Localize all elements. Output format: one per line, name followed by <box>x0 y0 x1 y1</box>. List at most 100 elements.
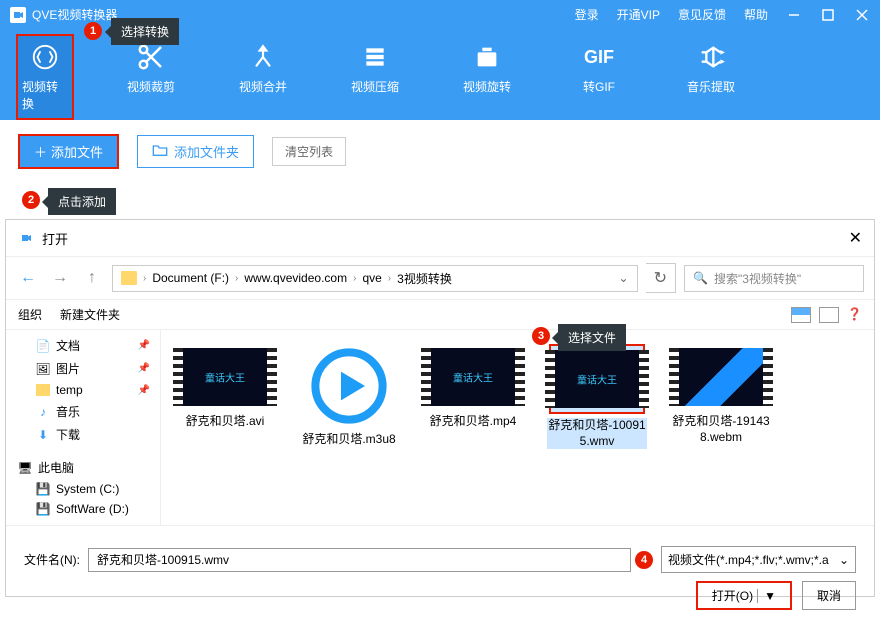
folder-icon <box>36 384 50 396</box>
add-file-button[interactable]: ＋ 添加文件 <box>18 134 119 169</box>
folder-icon <box>121 271 137 285</box>
tooltip-add: 点击添加 <box>48 188 116 215</box>
nav-up-icon[interactable]: ↑ <box>80 266 104 290</box>
refresh-icon[interactable]: ↻ <box>646 263 676 293</box>
add-folder-button[interactable]: 添加文件夹 <box>137 135 254 168</box>
file-item-selected[interactable]: 童话大王 舒克和贝塔-100915.wmv <box>547 344 647 449</box>
nav-forward-icon[interactable]: → <box>48 266 72 290</box>
filetype-select[interactable]: 视频文件(*.mp4;*.flv;*.wmv;*.a ⌄ <box>661 546 856 573</box>
tab-compress[interactable]: 视频压缩 <box>346 42 404 112</box>
nav-back-icon[interactable]: ← <box>16 266 40 290</box>
tab-label: 视频裁剪 <box>127 78 175 95</box>
compress-icon <box>360 42 390 72</box>
sidebar-item-drive-d[interactable]: 💾SoftWare (D:) <box>6 499 160 519</box>
chevron-right-icon: › <box>388 273 391 284</box>
crop-icon <box>136 42 166 72</box>
tab-label: 视频转换 <box>22 78 68 112</box>
play-icon <box>307 344 391 428</box>
tab-crop[interactable]: 视频裁剪 <box>122 42 180 112</box>
breadcrumb-item[interactable]: 3视频转换 <box>397 270 452 287</box>
tab-label: 音乐提取 <box>687 78 735 95</box>
pics-icon: 🖼 <box>36 362 50 376</box>
filename-input[interactable] <box>88 548 631 572</box>
tab-audio[interactable]: 音乐提取 <box>682 42 740 112</box>
plus-icon: ＋ <box>34 142 47 161</box>
dialog-icon <box>18 230 34 246</box>
tab-gif[interactable]: GIF 转GIF <box>570 42 628 112</box>
breadcrumb-item[interactable]: www.qvevideo.com <box>244 271 347 285</box>
tab-label: 视频合并 <box>239 78 287 95</box>
sidebar-item-downloads[interactable]: ⬇下载 <box>6 423 160 446</box>
help-link[interactable]: 帮助 <box>744 6 768 23</box>
new-folder-button[interactable]: 新建文件夹 <box>60 306 120 323</box>
chevron-right-icon: › <box>235 273 238 284</box>
open-dialog: 打开 ✕ ← → ↑ › Document (F:) › www.qvevide… <box>5 219 875 597</box>
badge-1: 1 <box>84 22 102 40</box>
sidebar-item-music[interactable]: ♪音乐 <box>6 400 160 423</box>
sidebar-item-docs[interactable]: 📄文档📌 <box>6 334 160 357</box>
tab-rotate[interactable]: 视频旋转 <box>458 42 516 112</box>
sidebar-item-thispc[interactable]: 🖥此电脑 <box>6 456 160 479</box>
vip-link[interactable]: 开通VIP <box>617 6 660 23</box>
tab-merge[interactable]: 视频合并 <box>234 42 292 112</box>
minimize-icon[interactable] <box>786 7 802 23</box>
audio-icon <box>696 42 726 72</box>
file-item[interactable]: 舒克和贝塔-191438.webm <box>671 344 771 445</box>
folder-icon <box>152 143 168 160</box>
pin-icon: 📌 <box>138 363 150 374</box>
dialog-close-icon[interactable]: ✕ <box>849 228 862 248</box>
pin-icon: 📌 <box>138 385 150 396</box>
pin-icon: 📌 <box>138 340 150 351</box>
music-icon: ♪ <box>36 405 50 419</box>
maximize-icon[interactable] <box>820 7 836 23</box>
login-link[interactable]: 登录 <box>575 6 599 23</box>
svg-text:GIF: GIF <box>584 47 614 67</box>
tooltip-convert: 选择转换 <box>111 18 179 45</box>
file-item[interactable]: 童话大王 舒克和贝塔.mp4 <box>423 344 523 430</box>
pc-icon: 🖥 <box>18 461 32 475</box>
sidebar-item-drive-c[interactable]: 💾System (C:) <box>6 479 160 499</box>
breadcrumb[interactable]: › Document (F:) › www.qvevideo.com › qve… <box>112 265 638 292</box>
drive-icon: 💾 <box>36 482 50 496</box>
tab-label: 视频旋转 <box>463 78 511 95</box>
rotate-icon <box>472 42 502 72</box>
download-icon: ⬇ <box>36 428 50 442</box>
cancel-button[interactable]: 取消 <box>802 581 856 610</box>
badge-4: 4 <box>635 551 653 569</box>
app-title: QVE视频转换器 <box>32 6 117 23</box>
sidebar-item-temp[interactable]: temp📌 <box>6 380 160 400</box>
help-icon[interactable]: ❓ <box>847 307 862 323</box>
open-button[interactable]: 打开(O) ▼ <box>696 581 792 610</box>
file-grid: 童话大王 舒克和贝塔.avi 舒克和贝塔.m3u8 童话大王 舒克和贝塔.mp4… <box>161 330 874 525</box>
tab-convert[interactable]: 视频转换 <box>16 34 74 120</box>
dialog-title: 打开 <box>42 229 68 248</box>
drive-icon: 💾 <box>36 502 50 516</box>
badge-2: 2 <box>22 191 40 209</box>
docs-icon: 📄 <box>36 339 50 353</box>
tooltip-selectfile: 选择文件 <box>558 324 626 351</box>
chevron-right-icon: › <box>353 273 356 284</box>
clear-button[interactable]: 清空列表 <box>272 137 346 166</box>
search-input[interactable]: 🔍 搜索"3视频转换" <box>684 265 864 292</box>
breadcrumb-item[interactable]: Document (F:) <box>152 271 229 285</box>
search-icon: 🔍 <box>693 271 708 285</box>
file-item[interactable]: 舒克和贝塔.m3u8 <box>299 344 399 448</box>
sidebar: 📄文档📌 🖼图片📌 temp📌 ♪音乐 ⬇下载 🖥此电脑 💾System (C:… <box>6 330 161 525</box>
dropdown-icon[interactable]: ▼ <box>757 589 776 603</box>
file-item[interactable]: 童话大王 舒克和贝塔.avi <box>175 344 275 430</box>
chevron-down-icon[interactable]: ⌄ <box>619 271 629 285</box>
view-large-icon[interactable] <box>791 307 811 323</box>
close-icon[interactable] <box>854 7 870 23</box>
view-list-icon[interactable] <box>819 307 839 323</box>
feedback-link[interactable]: 意见反馈 <box>678 6 726 23</box>
chevron-right-icon: › <box>143 273 146 284</box>
chevron-down-icon: ⌄ <box>839 553 849 567</box>
convert-icon <box>30 42 60 72</box>
breadcrumb-item[interactable]: qve <box>362 271 381 285</box>
tab-label: 视频压缩 <box>351 78 399 95</box>
organize-menu[interactable]: 组织 <box>18 306 42 323</box>
app-logo <box>10 7 26 23</box>
gif-icon: GIF <box>584 42 614 72</box>
badge-3: 3 <box>532 327 550 345</box>
sidebar-item-pics[interactable]: 🖼图片📌 <box>6 357 160 380</box>
